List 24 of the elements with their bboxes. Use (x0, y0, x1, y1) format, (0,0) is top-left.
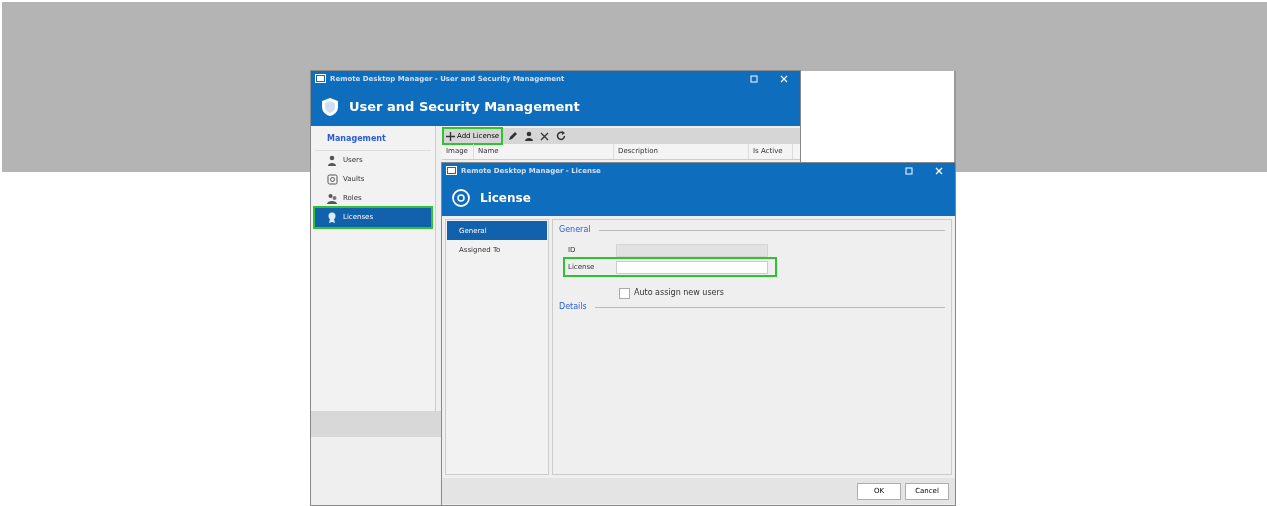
app-icon (315, 74, 326, 84)
maximize-icon (905, 167, 913, 175)
checkbox-label: Auto assign new users (634, 287, 724, 299)
pencil-icon (508, 131, 519, 141)
users-icon (327, 193, 338, 204)
badge-icon (327, 212, 338, 223)
shield-icon (321, 96, 339, 117)
delete-icon (540, 131, 550, 141)
close-icon (780, 75, 788, 83)
app-icon (446, 166, 457, 176)
checkbox[interactable] (619, 287, 630, 299)
section-heading: Management (315, 128, 431, 151)
maximize-icon (750, 75, 758, 83)
dialog-heading: License (480, 189, 531, 207)
section-heading: General (559, 224, 591, 236)
section-heading: Details (559, 301, 587, 313)
refresh-icon (556, 131, 567, 141)
close-icon (935, 167, 943, 175)
user-icon (525, 131, 534, 141)
user-icon (327, 155, 338, 166)
plus-icon (446, 131, 455, 141)
input-field[interactable] (616, 260, 768, 274)
window-heading: User and Security Management (349, 97, 580, 116)
vault-icon (327, 174, 338, 185)
